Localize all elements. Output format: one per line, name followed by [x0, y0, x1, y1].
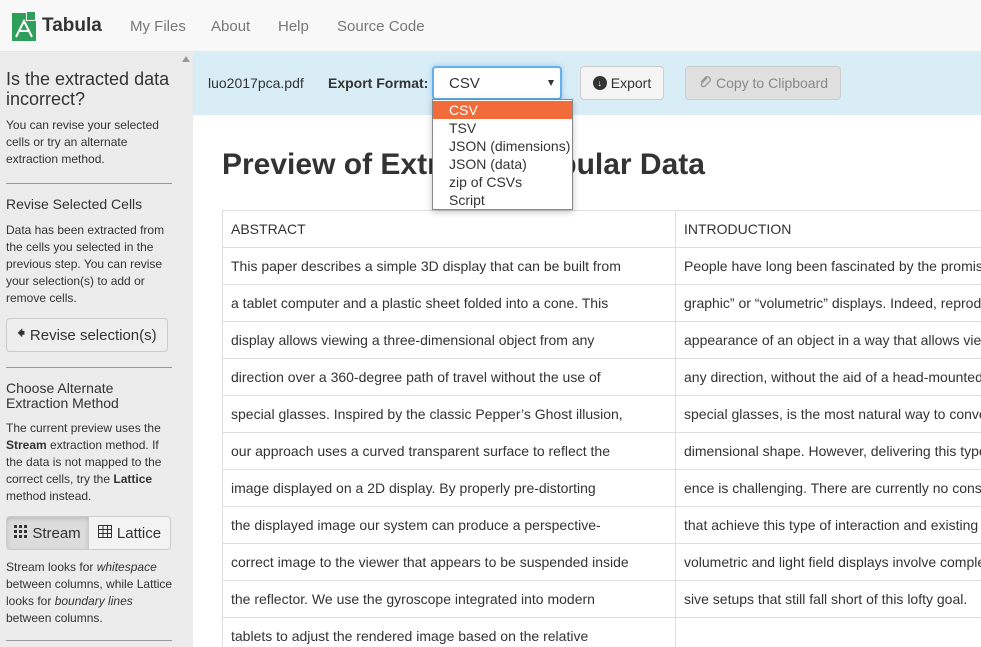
format-option[interactable]: JSON (data) — [433, 155, 572, 173]
desc-whitespace: whitespace — [96, 560, 157, 574]
table-row: display allows viewing a three-dimension… — [222, 321, 981, 359]
nav-my-files[interactable]: My Files — [130, 18, 186, 35]
divider — [6, 640, 172, 641]
scroll-up-icon[interactable] — [182, 56, 190, 62]
desc-1: Stream looks for — [6, 560, 97, 574]
sidebar: Is the extracted data incorrect? You can… — [0, 52, 193, 647]
method-description: Stream looks for whitespace between colu… — [6, 559, 176, 627]
table-cell: special glasses, is the most natural way… — [675, 395, 981, 433]
format-option[interactable]: Script — [433, 191, 572, 209]
nav-help[interactable]: Help — [278, 18, 309, 35]
divider — [6, 367, 172, 368]
table-row: the reflector. We use the gyroscope inte… — [222, 580, 981, 618]
table-cell: People have long been fascinated by the … — [675, 247, 981, 285]
lattice-button[interactable]: Lattice — [89, 516, 171, 550]
table-row: our approach uses a curved transparent s… — [222, 432, 981, 470]
export-format-value: CSV — [449, 75, 480, 92]
stream-label: Stream — [32, 524, 81, 542]
format-option[interactable]: JSON (dimensions) — [433, 137, 572, 155]
stream-grid-icon — [14, 524, 28, 542]
table-row: the displayed image our system can produ… — [222, 506, 981, 544]
table-row: correct image to the viewer that appears… — [222, 543, 981, 581]
paperclip-icon — [698, 75, 712, 92]
export-format-label: Export Format: — [328, 75, 429, 91]
download-icon: ↓ — [592, 76, 607, 90]
table-cell: the reflector. We use the gyroscope inte… — [222, 580, 676, 618]
table-cell: our approach uses a curved transparent s… — [222, 432, 676, 470]
navbar: Tabula My Files About Help Source Code — [0, 0, 981, 52]
method-heading: Choose Alternate Extraction Method — [6, 380, 119, 411]
method-text-1: The current preview uses the — [6, 421, 161, 435]
nav-about[interactable]: About — [211, 18, 250, 35]
table-cell: any direction, without the aid of a head… — [675, 358, 981, 396]
table-cell: special glasses. Inspired by the classic… — [222, 395, 676, 433]
brand[interactable]: Tabula — [12, 11, 102, 41]
brand-name: Tabula — [42, 15, 102, 36]
stream-button[interactable]: Stream — [6, 516, 89, 550]
table-cell: volumetric and light field displays invo… — [675, 543, 981, 581]
nav-source-code[interactable]: Source Code — [337, 18, 425, 35]
table-row: direction over a 360-degree path of trav… — [222, 358, 981, 396]
table-cell: sive setups that still fall short of thi… — [675, 580, 981, 618]
preview-table: ABSTRACT INTRODUCTION This paper describes… — [222, 210, 981, 647]
export-format-dropdown: CSV TSV JSON (dimensions) JSON (data) zip of… — [432, 99, 573, 210]
table-row: a tablet computer and a plastic sheet fo… — [222, 284, 981, 322]
method-text: The current preview uses the Stream extr… — [6, 420, 176, 505]
method-text-3: method instead. — [6, 489, 92, 503]
desc-boundary: boundary lines — [54, 594, 133, 608]
copy-to-clipboard-button[interactable]: Copy to Clipboard — [685, 66, 841, 100]
table-cell: appearance of an object in a way that al… — [675, 321, 981, 359]
revise-text: Data has been extracted from the cells y… — [6, 223, 165, 305]
table-cell: This paper describes a simple 3D display… — [222, 247, 676, 285]
format-option[interactable]: TSV — [433, 119, 572, 137]
table-cell: ence is challenging. There are currently… — [675, 469, 981, 507]
table-row: tablets to adjust the rendered image bas… — [222, 617, 981, 647]
caret-down-icon — [548, 80, 554, 86]
method-lattice: Lattice — [113, 472, 153, 486]
table-cell: display allows viewing a three-dimension… — [222, 321, 676, 359]
method-stream: Stream — [6, 438, 47, 452]
copy-button-label: Copy to Clipboard — [715, 75, 829, 91]
revise-button-label: Revise selection(s) — [29, 326, 157, 344]
table-cell — [675, 617, 981, 647]
table-row: image displayed on a 2D display. By prop… — [222, 469, 981, 507]
table-cell: tablets to adjust the rendered image bas… — [222, 617, 676, 647]
format-option[interactable]: CSV — [433, 101, 572, 119]
tabula-logo-icon — [12, 11, 36, 41]
table-cell: a tablet computer and a plastic sheet fo… — [222, 284, 676, 322]
table-cell: the displayed image our system can produ… — [222, 506, 676, 544]
lattice-label: Lattice — [116, 524, 162, 542]
revise-heading: Revise Selected Cells — [6, 196, 143, 212]
sidebar-intro: You can revise your selected cells or tr… — [6, 118, 159, 166]
pdf-filename: luo2017pca.pdf — [208, 75, 304, 91]
table-cell: that achieve this type of interaction an… — [675, 506, 981, 544]
table-cell: dimensional shape. However, delivering t… — [675, 432, 981, 470]
table-row: This paper describes a simple 3D display… — [222, 247, 981, 285]
sidebar-title: Is the extracted data incorrect? — [6, 69, 170, 109]
arrow-left-icon: 🠸 — [17, 324, 25, 342]
table-cell: ABSTRACT — [222, 210, 676, 248]
format-option[interactable]: zip of CSVs — [433, 173, 572, 191]
export-format-select[interactable]: CSV — [432, 66, 562, 100]
table-icon — [97, 524, 112, 542]
export-bar: luo2017pca.pdf Export Format: CSV ↓ Expo… — [193, 52, 981, 115]
table-row: ABSTRACT INTRODUCTION — [222, 210, 981, 248]
table-cell: INTRODUCTION — [675, 210, 981, 248]
export-button-label: Export — [610, 75, 652, 91]
divider — [6, 183, 172, 184]
table-row: special glasses. Inspired by the classic… — [222, 395, 981, 433]
main-content: luo2017pca.pdf Export Format: CSV ↓ Expo… — [193, 52, 981, 647]
revise-selection-button[interactable]: 🠸 Revise selection(s) — [6, 318, 168, 352]
sidebar-scrollbar[interactable] — [180, 52, 193, 647]
desc-3: between columns. — [6, 611, 103, 625]
table-cell: correct image to the viewer that appears… — [222, 543, 676, 581]
table-cell: graphic” or “volumetric” displays. Indee… — [675, 284, 981, 322]
table-cell: direction over a 360-degree path of trav… — [222, 358, 676, 396]
table-cell: image displayed on a 2D display. By prop… — [222, 469, 676, 507]
export-button[interactable]: ↓ Export — [580, 66, 664, 100]
method-toggle: Stream Lattice — [6, 516, 171, 550]
